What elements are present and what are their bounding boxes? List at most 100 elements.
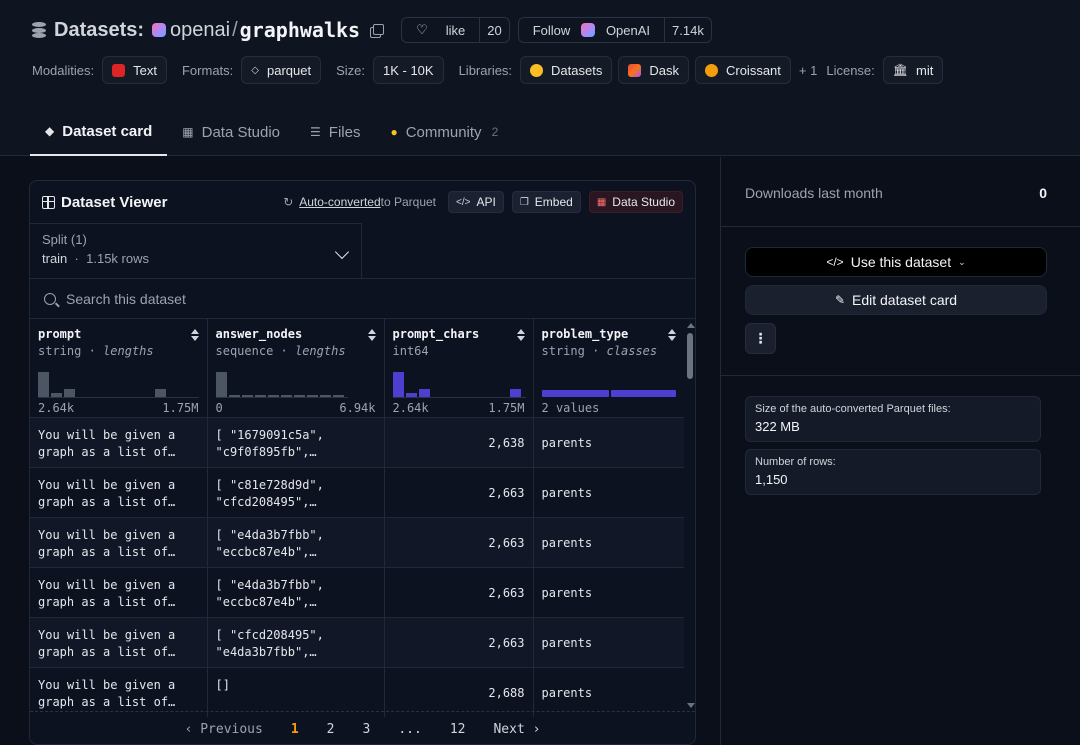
page-2[interactable]: 2 <box>313 722 349 737</box>
page-3[interactable]: 3 <box>349 722 385 737</box>
size-tag[interactable]: 1K - 10K <box>372 56 444 84</box>
histogram[interactable] <box>215 367 344 397</box>
cell-prompt[interactable]: You will be given a graph as a list of… <box>30 616 208 667</box>
cell-answer-nodes[interactable]: [ "cfcd208495", "e4da3b7fbb",… <box>207 616 385 667</box>
dask-icon <box>628 63 642 77</box>
column-header-prompt-chars[interactable]: prompt_chars int64 2.64k 1.75M <box>384 319 534 417</box>
sort-icon[interactable] <box>516 329 525 341</box>
cell-problem-type[interactable]: parents <box>533 466 684 517</box>
library-tag-dask[interactable]: Dask <box>618 56 689 84</box>
cell-prompt[interactable]: You will be given a graph as a list of… <box>30 466 208 517</box>
classes-bar[interactable] <box>541 390 676 397</box>
table-row[interactable]: You will be given a graph as a list of… [… <box>30 666 684 717</box>
cell-problem-type[interactable]: parents <box>533 516 684 567</box>
table-row[interactable]: You will be given a graph as a list of… [… <box>30 466 684 517</box>
cell-answer-nodes[interactable]: [ "1679091c5a", "c9f0f895fb",… <box>207 416 385 467</box>
cell-answer-nodes[interactable]: [ "c81e728d9d", "cfcd208495",… <box>207 466 385 517</box>
cell-problem-type[interactable]: parents <box>533 416 684 467</box>
table-row[interactable]: You will be given a graph as a list of… [… <box>30 516 684 567</box>
cell-problem-type[interactable]: parents <box>533 616 684 667</box>
api-button[interactable]: </> API <box>448 191 504 213</box>
cell-problem-type[interactable]: parents <box>533 666 684 717</box>
cell-answer-nodes[interactable]: [ "e4da3b7fbb", "eccbc87e4b",… <box>207 566 385 617</box>
sort-icon[interactable] <box>668 329 676 341</box>
use-dataset-button[interactable]: </> Use this dataset ⌄ <box>745 247 1047 277</box>
histogram[interactable] <box>38 367 166 397</box>
previous-button[interactable]: ‹ Previous <box>171 722 277 737</box>
sort-icon[interactable] <box>367 329 376 341</box>
cell-prompt[interactable]: You will be given a graph as a list of… <box>30 566 208 617</box>
class-bar-segment[interactable] <box>541 390 609 397</box>
cell-answer-nodes[interactable]: [] <box>207 666 385 717</box>
class-bar-segment[interactable] <box>610 390 676 397</box>
histogram-bar[interactable] <box>215 372 227 397</box>
cell-prompt-chars[interactable]: 2,638 <box>384 416 534 467</box>
search-input[interactable]: Search this dataset <box>30 279 695 319</box>
table-row[interactable]: You will be given a graph as a list of… [… <box>30 416 684 467</box>
cell-prompt-chars[interactable]: 2,663 <box>384 516 534 567</box>
cell-prompt[interactable]: You will be given a graph as a list of… <box>30 516 208 567</box>
sort-icon[interactable] <box>190 329 199 341</box>
histogram-baseline <box>215 397 348 398</box>
library-text: Dask <box>649 62 679 78</box>
library-tag-datasets[interactable]: Datasets <box>520 56 613 84</box>
histogram-bar[interactable] <box>418 389 430 397</box>
tab-dataset-card[interactable]: ◆ Dataset card <box>30 108 168 156</box>
histogram-bar[interactable] <box>155 389 166 397</box>
table-row[interactable]: You will be given a graph as a list of… [… <box>30 566 684 617</box>
cell-text: 2,663 <box>488 485 525 500</box>
column-header-problem-type[interactable]: problem_type string · classes 2 values <box>533 319 684 417</box>
page-1[interactable]: 1 <box>277 722 313 737</box>
cell-prompt-chars[interactable]: 2,663 <box>384 466 534 517</box>
column-header-answer-nodes[interactable]: answer_nodes sequence · lengths 0 6.94k <box>207 319 385 417</box>
like-button[interactable]: ♡ like 20 <box>401 17 510 43</box>
tab-community[interactable]: ● Community 2 <box>375 108 513 156</box>
embed-button[interactable]: ❐ Embed <box>511 191 581 213</box>
histogram-bar[interactable] <box>64 389 75 397</box>
vertical-scrollbar[interactable] <box>684 319 695 711</box>
cell-answer-nodes[interactable]: [ "e4da3b7fbb", "eccbc87e4b",… <box>207 516 385 567</box>
license-tag[interactable]: 🏛 mit <box>882 56 944 84</box>
format-tag[interactable]: ◇ parquet <box>241 56 322 84</box>
table-row[interactable]: You will be given a graph as a list of… [… <box>30 616 684 667</box>
page-12[interactable]: 12 <box>436 722 480 737</box>
hf-datasets-icon <box>530 63 544 77</box>
cell-text: 2,688 <box>488 685 525 700</box>
cell-problem-type[interactable]: parents <box>533 566 684 617</box>
cell-prompt-chars[interactable]: 2,663 <box>384 566 534 617</box>
edit-dataset-card-button[interactable]: ✎ Edit dataset card <box>745 285 1047 315</box>
classes-count: 2 values <box>541 401 600 415</box>
copy-icon[interactable] <box>370 23 385 38</box>
library-tag-croissant[interactable]: Croissant <box>694 56 791 84</box>
follow-button[interactable]: Follow OpenAI 7.14k <box>517 17 712 43</box>
repo-name[interactable]: graphwalks <box>240 18 360 42</box>
auto-converted-link[interactable]: Auto-converted <box>299 195 380 209</box>
cell-text: 2,663 <box>488 585 525 600</box>
more-options-button[interactable]: ⋮ <box>745 323 776 354</box>
tab-files[interactable]: ☰ Files <box>295 108 375 156</box>
scroll-thumb[interactable] <box>687 333 693 379</box>
column-name: problem_type <box>541 327 629 341</box>
column-header-prompt[interactable]: prompt string · lengths 2.64k 1.75M <box>30 319 208 417</box>
libraries-more[interactable]: + 1 <box>799 63 817 78</box>
downloads-row: Downloads last month 0 <box>745 181 1047 205</box>
histogram[interactable] <box>392 367 521 397</box>
histogram-bar[interactable] <box>509 389 521 397</box>
cell-prompt[interactable]: You will be given a graph as a list of… <box>30 666 208 717</box>
next-button[interactable]: Next › <box>479 722 554 737</box>
org-link[interactable]: openai <box>170 19 230 42</box>
cell-text: parents <box>541 585 593 600</box>
scroll-up-icon[interactable] <box>687 323 695 328</box>
modality-tag[interactable]: Text <box>102 56 167 84</box>
histogram-bar[interactable] <box>38 372 49 397</box>
cell-prompt-chars[interactable]: 2,688 <box>384 666 534 717</box>
split-selector[interactable]: Split (1) train · 1.15k rows <box>30 223 362 279</box>
cell-text: You will be given a graph as a list of… <box>38 427 183 459</box>
cell-prompt-chars[interactable]: 2,663 <box>384 616 534 667</box>
tab-data-studio[interactable]: ▦ Data Studio <box>167 108 295 156</box>
scroll-down-icon[interactable] <box>687 703 695 708</box>
cell-prompt[interactable]: You will be given a graph as a list of… <box>30 416 208 467</box>
cell-text: You will be given a graph as a list of… <box>38 527 183 559</box>
histogram-bar[interactable] <box>392 372 404 397</box>
data-studio-button[interactable]: ▦ Data Studio <box>588 191 683 213</box>
